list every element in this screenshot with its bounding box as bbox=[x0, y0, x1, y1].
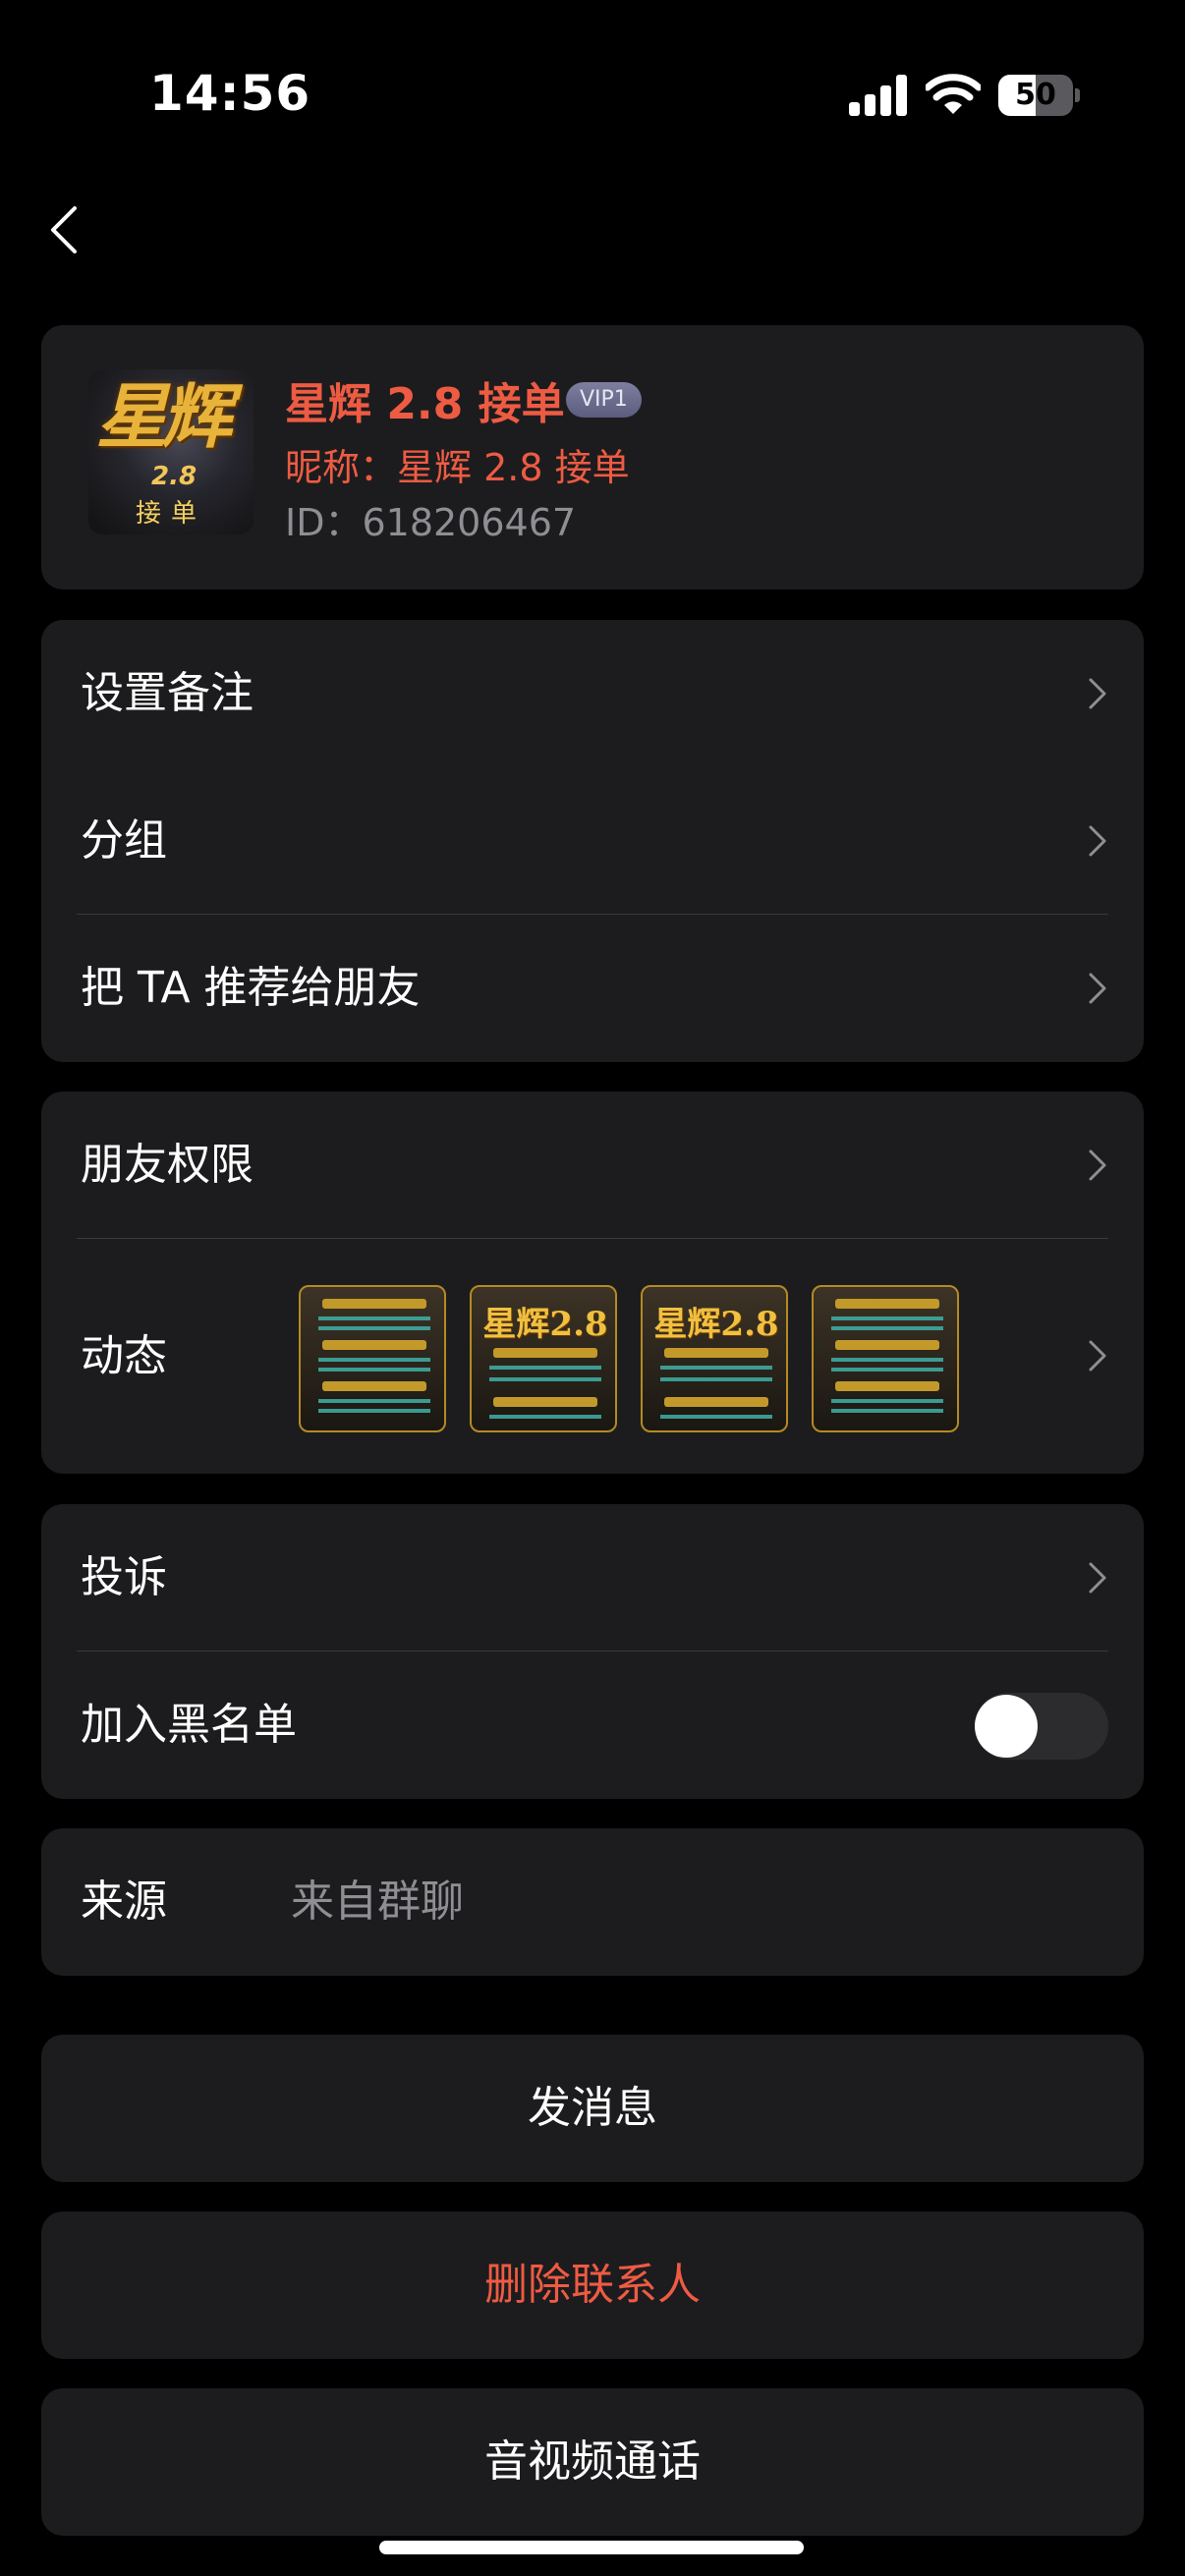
report-row[interactable]: 投诉 bbox=[41, 1504, 1144, 1652]
blacklist-row: 加入黑名单 bbox=[41, 1652, 1144, 1799]
blacklist-label: 加入黑名单 bbox=[81, 1700, 297, 1750]
group-label: 分组 bbox=[81, 815, 167, 866]
moment-thumbnail-title: 星辉2.8 bbox=[482, 1305, 608, 1344]
profile-id: ID：618206467 bbox=[285, 501, 577, 544]
avatar-title: 星辉 bbox=[96, 374, 232, 458]
profile-nickname: 昵称：星辉 2.8 接单 bbox=[285, 446, 630, 489]
chevron-right-icon bbox=[1089, 678, 1106, 709]
avatar-subtitle: 接单 bbox=[135, 499, 206, 529]
privacy-card: 朋友权限 动态 星辉2.8 星辉2.8 bbox=[41, 1092, 1144, 1474]
recommend-label: 把 TA 推荐给朋友 bbox=[81, 963, 421, 1013]
moment-thumbnail[interactable] bbox=[812, 1285, 959, 1432]
profile-name: 星辉 2.8 接单 bbox=[285, 379, 565, 429]
battery-icon: 50 bbox=[998, 75, 1080, 116]
safety-card: 投诉 加入黑名单 bbox=[41, 1504, 1144, 1799]
recommend-row[interactable]: 把 TA 推荐给朋友 bbox=[41, 915, 1144, 1062]
moments-label: 动态 bbox=[81, 1331, 167, 1381]
blacklist-toggle[interactable] bbox=[975, 1693, 1108, 1760]
home-indicator bbox=[379, 2541, 804, 2554]
source-row: 来源 来自群聊 bbox=[41, 1828, 1144, 1976]
chevron-right-icon bbox=[1089, 825, 1106, 857]
set-remark-row[interactable]: 设置备注 bbox=[41, 620, 1144, 767]
vip-badge: VIP1 bbox=[566, 382, 642, 418]
moment-thumbnail[interactable] bbox=[299, 1285, 446, 1432]
source-card: 来源 来自群聊 bbox=[41, 1828, 1144, 1976]
delete-contact-button[interactable]: 删除联系人 bbox=[41, 2212, 1144, 2359]
group-row[interactable]: 分组 bbox=[41, 767, 1144, 915]
moment-thumbnail-title: 星辉2.8 bbox=[653, 1305, 779, 1344]
av-call-button[interactable]: 音视频通话 bbox=[41, 2388, 1144, 2536]
wifi-icon bbox=[926, 74, 981, 114]
permissions-row[interactable]: 朋友权限 bbox=[41, 1092, 1144, 1239]
settings-card: 设置备注 分组 把 TA 推荐给朋友 bbox=[41, 620, 1144, 1062]
set-remark-label: 设置备注 bbox=[81, 668, 254, 718]
report-label: 投诉 bbox=[81, 1552, 167, 1602]
status-time: 14:56 bbox=[149, 65, 311, 122]
source-label: 来源 bbox=[81, 1876, 167, 1927]
chevron-right-icon bbox=[1089, 973, 1106, 1004]
moment-thumbnail[interactable]: 星辉2.8 bbox=[470, 1285, 617, 1432]
avatar[interactable]: 星辉 2.8 接单 bbox=[88, 369, 254, 534]
chevron-right-icon bbox=[1089, 1149, 1106, 1181]
avatar-version: 2.8 bbox=[151, 462, 198, 491]
toggle-knob bbox=[975, 1695, 1038, 1758]
chevron-right-icon bbox=[1089, 1340, 1106, 1372]
source-value: 来自群聊 bbox=[291, 1876, 464, 1927]
profile-card: 星辉 2.8 接单 星辉 2.8 接单 VIP1 昵称：星辉 2.8 接单 ID… bbox=[41, 325, 1144, 589]
back-icon[interactable] bbox=[41, 200, 88, 259]
moments-row[interactable]: 动态 星辉2.8 星辉2.8 bbox=[41, 1239, 1144, 1474]
status-bar: 14:56 50 bbox=[0, 0, 1185, 187]
send-message-button[interactable]: 发消息 bbox=[41, 2035, 1144, 2182]
chevron-right-icon bbox=[1089, 1562, 1106, 1594]
permissions-label: 朋友权限 bbox=[81, 1140, 254, 1190]
cellular-signal-icon bbox=[849, 75, 908, 116]
moment-thumbnail[interactable]: 星辉2.8 bbox=[641, 1285, 788, 1432]
battery-level: 50 bbox=[1015, 78, 1056, 112]
